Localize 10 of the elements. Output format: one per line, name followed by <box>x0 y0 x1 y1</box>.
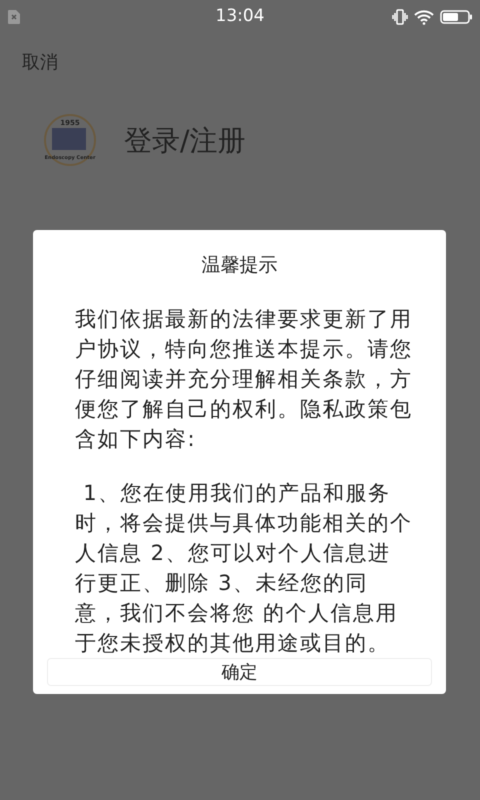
confirm-button[interactable]: 确定 <box>47 658 432 686</box>
sim-card-icon <box>8 10 20 24</box>
vibrate-icon <box>392 9 408 25</box>
dialog-paragraph: 1、您在使用我们的产品和服务时，将会提供与具体功能相关的个人信息 2、您可以对个人信息进行更正、删除 3、未经您的同意，我们不会将您 的个人信息用于您未授权的其他用途或目的。 <box>75 480 413 657</box>
battery-icon <box>440 10 472 24</box>
login-register-title: 登录/注册 <box>124 123 246 159</box>
wifi-icon <box>414 10 434 24</box>
status-time: 13:04 <box>216 6 264 26</box>
dialog-title: 温馨提示 <box>202 253 278 278</box>
dialog-paragraph: 我们依据最新的法律要求更新了用户协议，特向您推送本提示。请您仔细阅读并充分理解相关条款，方便您了解自己的权利。隐私政策包含如下内容: <box>75 306 413 453</box>
